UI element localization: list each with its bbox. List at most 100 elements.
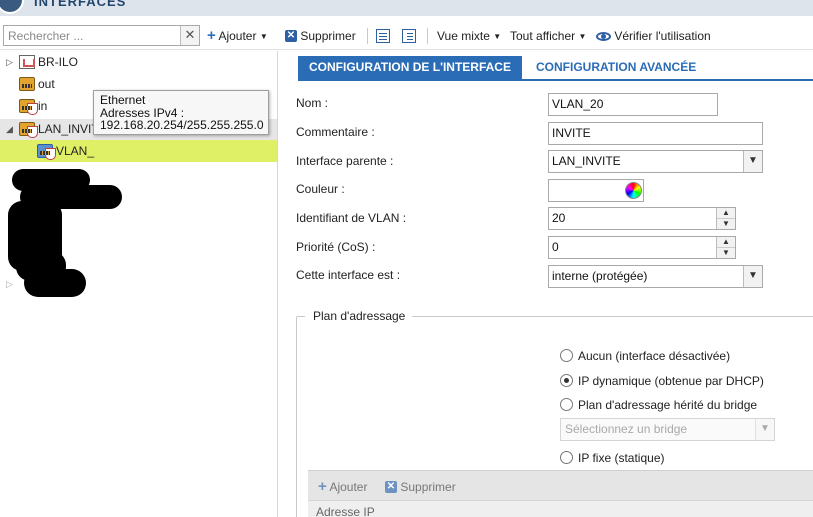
protected-ethernet-icon	[19, 122, 38, 138]
radio-none[interactable]: Aucun (interface désactivée)	[560, 348, 730, 364]
radio-dhcp[interactable]: IP dynamique (obtenue par DHCP)	[560, 373, 764, 389]
increment-arrow-icon[interactable]: ▲	[717, 237, 735, 247]
tree-item-label: VLAN_	[56, 144, 95, 158]
eye-icon	[596, 32, 611, 41]
vlan-id-label: Identifiant de VLAN :	[296, 211, 407, 225]
collapse-all-button[interactable]	[376, 28, 390, 44]
color-picker[interactable]	[548, 179, 644, 202]
increment-arrow-icon[interactable]: ▲	[717, 208, 735, 218]
show-all-dropdown[interactable]: Tout afficher ▼	[510, 28, 586, 44]
parent-interface-select[interactable]: LAN_INVITE ▼	[548, 150, 763, 173]
bridge-select-placeholder: Sélectionnez un bridge	[565, 422, 688, 436]
radio-label: IP fixe (statique)	[578, 451, 665, 465]
expand-arrow-icon[interactable]: ▷	[6, 51, 13, 73]
comment-field[interactable]: INVITE	[548, 122, 763, 145]
toolbar-divider	[427, 28, 428, 44]
title-bar: INTERFACES	[0, 0, 813, 16]
mixed-view-dropdown[interactable]: Vue mixte ▼	[437, 28, 501, 44]
add-address-button[interactable]: + Ajouter	[318, 479, 367, 495]
radio-button-selected[interactable]	[560, 374, 573, 387]
radio-bridge[interactable]: Plan d'adressage hérité du bridge	[560, 397, 757, 413]
app-logo-icon	[0, 0, 24, 14]
caret-down-icon: ▼	[578, 32, 587, 41]
chevron-down-icon[interactable]: ▼	[743, 151, 762, 172]
protected-ethernet-icon	[19, 99, 38, 115]
radio-button[interactable]	[560, 349, 573, 362]
list-collapse-icon	[376, 29, 390, 43]
add-button[interactable]: + Ajouter ▼	[207, 28, 268, 44]
parent-interface-label: Interface parente :	[296, 154, 394, 168]
tree-item-label: in	[38, 99, 48, 113]
interface-type-value: interne (protégée)	[552, 269, 648, 283]
add-button-label: Ajouter	[218, 29, 257, 43]
decrement-arrow-icon[interactable]: ▼	[717, 218, 735, 228]
vlan-id-value: 20	[552, 211, 566, 225]
caret-down-icon: ▼	[259, 32, 268, 41]
delete-button-label: Supprimer	[300, 29, 356, 43]
list-expand-icon	[402, 29, 416, 43]
tree-item-label: BR-ILO	[38, 55, 79, 69]
addressing-legend: Plan d'adressage	[305, 309, 413, 323]
search-input[interactable]	[4, 26, 179, 45]
caret-down-icon: ▼	[493, 32, 502, 41]
plus-icon: +	[207, 27, 216, 44]
expand-arrow-icon[interactable]: ▷	[6, 279, 13, 290]
ethernet-icon	[19, 77, 35, 91]
priority-label: Priorité (CoS) :	[296, 240, 376, 254]
expand-all-button[interactable]	[402, 28, 416, 44]
collapse-arrow-icon[interactable]: ◢	[6, 118, 13, 140]
delete-icon: ✕	[385, 481, 397, 493]
tree-item-br-ilo[interactable]: ▷ BR-ILO	[0, 51, 277, 73]
show-all-label: Tout afficher	[510, 29, 576, 43]
chevron-down-icon: ▼	[755, 419, 774, 440]
mixed-view-label: Vue mixte	[437, 29, 490, 43]
delete-address-label: Supprimer	[400, 480, 456, 494]
interface-type-select[interactable]: interne (protégée) ▼	[548, 265, 763, 288]
delete-button[interactable]: ✕ Supprimer	[285, 28, 356, 44]
vlan-icon	[37, 144, 56, 160]
priority-value: 0	[552, 240, 559, 254]
radio-label: IP dynamique (obtenue par DHCP)	[578, 374, 764, 388]
tab-advanced-configuration[interactable]: CONFIGURATION AVANCÉE	[525, 56, 707, 79]
chevron-down-icon[interactable]: ▼	[743, 266, 762, 287]
toolbar: ✕ + Ajouter ▼ ✕ Supprimer Vue mixte ▼ To…	[0, 24, 813, 50]
ip-address-column-header[interactable]: Adresse IP	[308, 500, 813, 517]
spinner: ▲ ▼	[716, 237, 735, 258]
clear-search-button[interactable]: ✕	[180, 26, 199, 45]
tooltip-type: Ethernet	[100, 93, 146, 107]
radio-static[interactable]: IP fixe (statique)	[560, 450, 664, 466]
radio-button[interactable]	[560, 398, 573, 411]
tooltip-ipv4-value: 192.168.20.254/255.255.255.0	[100, 118, 264, 132]
priority-stepper[interactable]: 0 ▲ ▼	[548, 236, 736, 259]
spinner: ▲ ▼	[716, 208, 735, 229]
tab-bar: CONFIGURATION DE L'INTERFACE CONFIGURATI…	[298, 56, 813, 81]
parent-interface-value: LAN_INVITE	[552, 154, 621, 168]
radio-label: Plan d'adressage hérité du bridge	[578, 398, 758, 412]
delete-icon: ✕	[285, 30, 297, 42]
toolbar-divider	[367, 28, 368, 44]
name-field[interactable]: VLAN_20	[548, 93, 718, 116]
search-box: ✕	[3, 25, 200, 46]
interface-type-label: Cette interface est :	[296, 268, 401, 282]
address-toolbar: + Ajouter ✕ Supprimer	[308, 470, 813, 500]
redaction-mark	[24, 269, 86, 297]
tree-item-label: out	[38, 77, 55, 91]
comment-label: Commentaire :	[296, 125, 375, 139]
check-usage-label: Vérifier l'utilisation	[614, 29, 711, 43]
delete-address-button[interactable]: ✕ Supprimer	[385, 479, 456, 495]
vlan-id-stepper[interactable]: 20 ▲ ▼	[548, 207, 736, 230]
radio-button[interactable]	[560, 451, 573, 464]
bridge-select: Sélectionnez un bridge ▼	[560, 418, 775, 441]
plus-icon: +	[318, 478, 327, 495]
add-address-label: Ajouter	[329, 480, 368, 494]
check-usage-button[interactable]: Vérifier l'utilisation	[596, 28, 711, 44]
page-title: INTERFACES	[34, 0, 127, 9]
color-label: Couleur :	[296, 182, 345, 196]
tree-item-vlan[interactable]: VLAN_	[0, 140, 277, 162]
color-wheel-icon[interactable]	[625, 182, 642, 199]
radio-label: Aucun (interface désactivée)	[578, 349, 731, 363]
name-label: Nom :	[296, 96, 329, 110]
tab-interface-configuration[interactable]: CONFIGURATION DE L'INTERFACE	[298, 56, 522, 79]
bridge-icon	[19, 55, 35, 69]
decrement-arrow-icon[interactable]: ▼	[717, 247, 735, 257]
